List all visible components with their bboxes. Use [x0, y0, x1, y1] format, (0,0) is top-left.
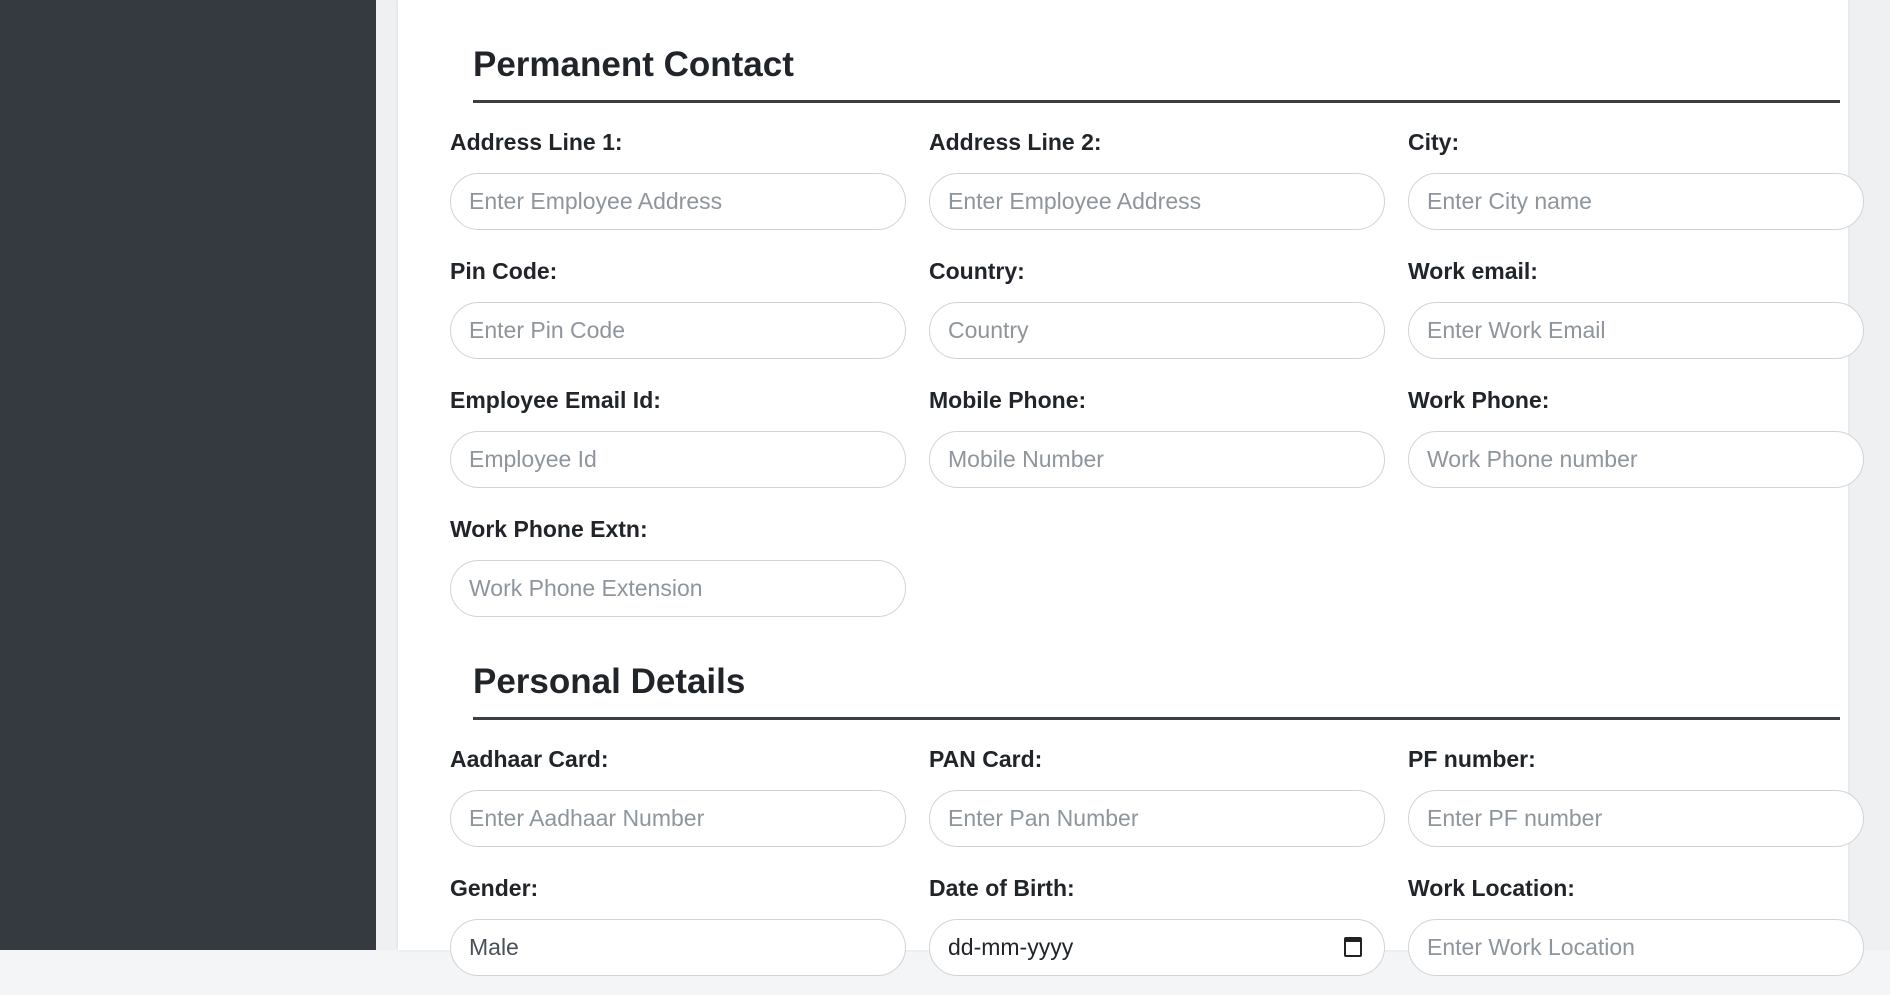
main-content: Permanent Contact Address Line 1: Addres…	[376, 0, 1890, 976]
pin-code-input[interactable]	[450, 302, 906, 359]
city-label: City:	[1408, 129, 1460, 155]
field-address-line-2: Address Line 2:	[929, 120, 1385, 249]
section-title-permanent-contact: Permanent Contact	[473, 44, 1840, 103]
address-line-1-input[interactable]	[450, 173, 906, 230]
mobile-phone-input[interactable]	[929, 431, 1385, 488]
personal-details-fields: Aadhaar Card: PAN Card: PF number: Gende…	[450, 737, 1865, 995]
date-of-birth-value: dd-mm-yyyy	[948, 934, 1074, 960]
field-employee-email-id: Employee Email Id:	[450, 378, 906, 507]
field-date-of-birth: Date of Birth: dd-mm-yyyy	[929, 866, 1385, 995]
work-phone-extn-input[interactable]	[450, 560, 906, 617]
field-aadhaar-card: Aadhaar Card:	[450, 737, 906, 866]
date-of-birth-input[interactable]: dd-mm-yyyy	[929, 919, 1385, 976]
city-input[interactable]	[1408, 173, 1864, 230]
field-pf-number: PF number:	[1408, 737, 1864, 866]
field-work-phone-extn: Work Phone Extn:	[450, 507, 906, 636]
gender-label: Gender:	[450, 875, 539, 901]
country-input[interactable]	[929, 302, 1385, 359]
field-country: Country:	[929, 249, 1385, 378]
work-email-label: Work email:	[1408, 258, 1538, 284]
work-location-input[interactable]	[1408, 919, 1864, 976]
mobile-phone-label: Mobile Phone:	[929, 387, 1087, 413]
permanent-contact-fields: Address Line 1: Address Line 2: City: Pi…	[450, 120, 1865, 636]
field-pan-card: PAN Card:	[929, 737, 1385, 866]
work-location-label: Work Location:	[1408, 875, 1575, 901]
address-line-2-label: Address Line 2:	[929, 129, 1102, 155]
work-phone-label: Work Phone:	[1408, 387, 1550, 413]
pf-number-input[interactable]	[1408, 790, 1864, 847]
sidebar	[0, 0, 376, 950]
calendar-icon[interactable]	[1344, 937, 1362, 957]
aadhaar-card-input[interactable]	[450, 790, 906, 847]
country-label: Country:	[929, 258, 1025, 284]
field-gender: Gender:	[450, 866, 906, 995]
work-phone-extn-label: Work Phone Extn:	[450, 516, 648, 542]
pan-card-input[interactable]	[929, 790, 1385, 847]
address-line-1-label: Address Line 1:	[450, 129, 623, 155]
pin-code-label: Pin Code:	[450, 258, 558, 284]
field-address-line-1: Address Line 1:	[450, 120, 906, 249]
field-work-phone: Work Phone:	[1408, 378, 1864, 507]
work-email-input[interactable]	[1408, 302, 1864, 359]
employee-email-id-label: Employee Email Id:	[450, 387, 661, 413]
pf-number-label: PF number:	[1408, 746, 1536, 772]
pan-card-label: PAN Card:	[929, 746, 1043, 772]
field-work-location: Work Location:	[1408, 866, 1864, 995]
field-work-email: Work email:	[1408, 249, 1864, 378]
section-title-personal-details: Personal Details	[473, 661, 1840, 720]
field-city: City:	[1408, 120, 1864, 249]
employee-email-id-input[interactable]	[450, 431, 906, 488]
field-pin-code: Pin Code:	[450, 249, 906, 378]
address-line-2-input[interactable]	[929, 173, 1385, 230]
field-mobile-phone: Mobile Phone:	[929, 378, 1385, 507]
employee-form-card: Permanent Contact Address Line 1: Addres…	[398, 0, 1864, 976]
gender-input[interactable]	[450, 919, 906, 976]
date-of-birth-label: Date of Birth:	[929, 875, 1075, 901]
work-phone-input[interactable]	[1408, 431, 1864, 488]
aadhaar-card-label: Aadhaar Card:	[450, 746, 609, 772]
